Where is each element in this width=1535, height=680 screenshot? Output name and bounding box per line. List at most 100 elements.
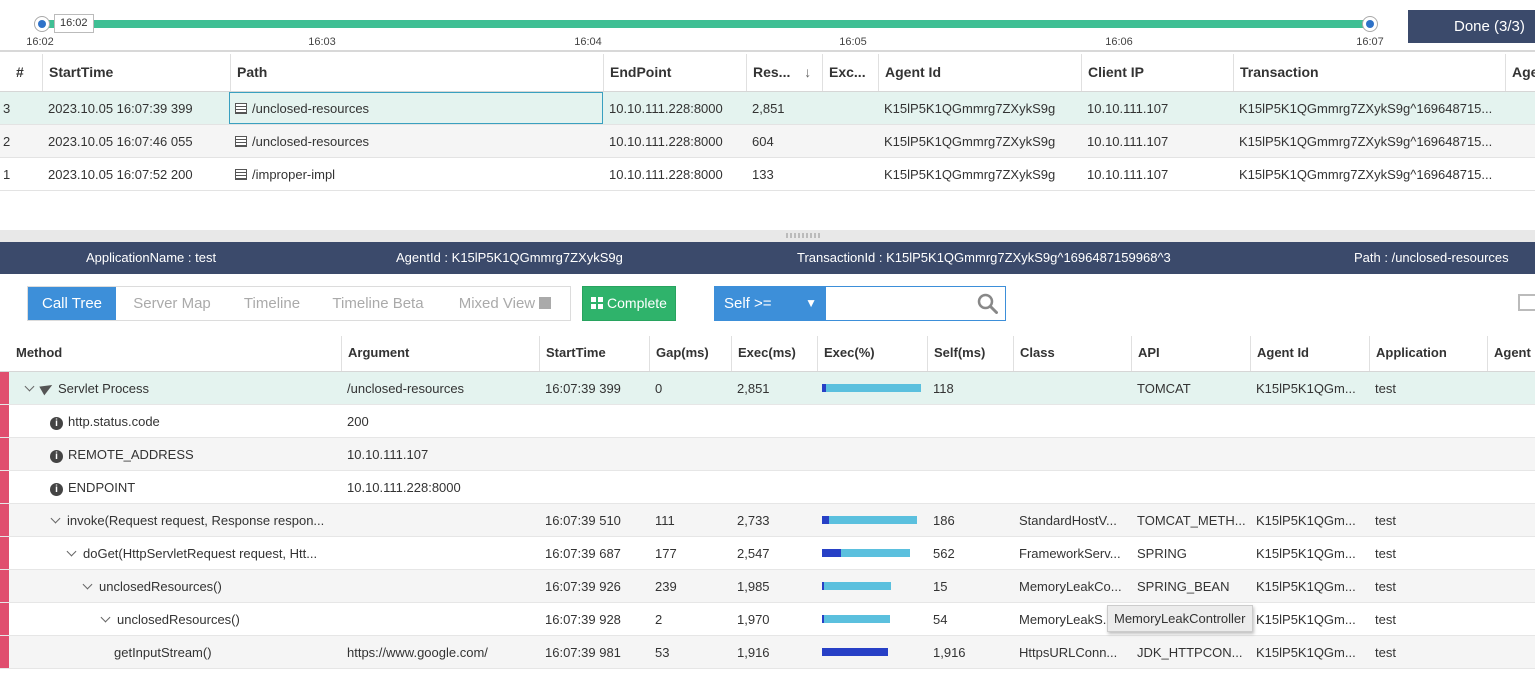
cell-api: TOMCAT [1137, 381, 1191, 396]
cell-application: test [1375, 579, 1396, 594]
tab-mixed-view[interactable]: Mixed View [440, 287, 570, 320]
cell-agent-id: K15lP5K1QGm... [1256, 645, 1356, 660]
cell-starttime: 16:07:39 926 [545, 579, 621, 594]
timeline-end-handle[interactable] [1362, 16, 1378, 32]
cell-api [1131, 471, 1250, 503]
cell-method: i REMOTE_ADDRESS [44, 438, 341, 470]
row-path-text: /improper-impl [252, 167, 336, 182]
exec-percent-bar [822, 615, 890, 623]
complete-button-label: Complete [607, 295, 667, 311]
row-path[interactable]: /improper-impl [229, 158, 603, 190]
call-tree-row[interactable]: invoke(Request request, Response respon.… [0, 504, 1535, 537]
column-header-api[interactable]: API [1131, 336, 1250, 371]
cell-method: doGet(HttpServletRequest request, Htt... [62, 537, 341, 569]
transaction-row[interactable]: 1 2023.10.05 16:07:52 200 /improper-impl… [0, 158, 1535, 191]
column-header-argument[interactable]: Argument [341, 336, 539, 371]
column-header-exec-percent[interactable]: Exec(%) [817, 336, 927, 371]
external-link-icon [539, 297, 552, 309]
cell-starttime: 16:07:39 399 [545, 381, 621, 396]
call-tree-row[interactable]: i REMOTE_ADDRESS 10.10.111.107 [0, 438, 1535, 471]
column-header-client-ip[interactable]: Client IP [1081, 54, 1233, 91]
cell-method: i http.status.code [44, 405, 341, 437]
cell-gap: 239 [655, 579, 677, 594]
done-button[interactable]: Done (3/3) [1408, 10, 1535, 43]
chevron-down-icon[interactable] [66, 546, 77, 557]
column-header-response[interactable]: Res... ↓ [746, 54, 822, 91]
row-endpoint: 10.10.111.228:8000 [609, 101, 723, 116]
cell-method: unclosedResources() [96, 603, 341, 635]
pane-splitter[interactable] [0, 230, 1535, 242]
call-tree-row[interactable]: i ENDPOINT 10.10.111.228:8000 [0, 471, 1535, 504]
call-tree-row[interactable]: i http.status.code 200 [0, 405, 1535, 438]
call-tree-row[interactable]: Servlet Process/unclosed-resources 16:07:… [0, 372, 1535, 405]
call-tree-header: Method Argument StartTime Gap(ms) Exec(m… [0, 336, 1535, 372]
chevron-down-icon[interactable] [24, 381, 35, 392]
call-tree-row[interactable]: unclosedResources() 16:07:39 926 239 1,985 1… [0, 570, 1535, 603]
tab-timeline-beta[interactable]: Timeline Beta [316, 287, 440, 320]
transaction-row[interactable]: 2 2023.10.05 16:07:46 055 /unclosed-reso… [0, 125, 1535, 158]
row-marker [0, 438, 9, 470]
chevron-down-icon[interactable] [82, 579, 93, 590]
column-header-number[interactable]: # [10, 54, 42, 91]
cell-starttime [539, 438, 649, 470]
row-exception [822, 125, 878, 157]
chevron-down-icon[interactable] [100, 612, 111, 623]
transaction-table-header: # StartTime Path EndPoint Res... ↓ Exc..… [0, 54, 1535, 92]
self-percent-bar [822, 384, 826, 392]
self-filter-label: Self >= [724, 295, 772, 312]
column-header-exec[interactable]: Exec(ms) [731, 336, 817, 371]
chevron-down-icon[interactable] [50, 513, 61, 524]
call-tree-row[interactable]: doGet(HttpServletRequest request, Htt...… [0, 537, 1535, 570]
column-header-agent[interactable]: Age [1505, 54, 1535, 91]
column-header-starttime[interactable]: StartTime [539, 336, 649, 371]
cell-exec [731, 405, 817, 437]
column-header-application[interactable]: Application [1369, 336, 1487, 371]
popout-icon[interactable] [1518, 294, 1535, 311]
timeline-tick: 16:07 [1356, 36, 1384, 48]
column-header-endpoint[interactable]: EndPoint [603, 54, 746, 91]
transaction-row[interactable]: 3 2023.10.05 16:07:39 399 /unclosed-reso… [0, 92, 1535, 125]
row-path[interactable]: /unclosed-resources [229, 92, 603, 124]
cell-class: HttpsURLConn... [1019, 645, 1118, 660]
cell-argument: 10.10.111.228:8000 [347, 480, 461, 495]
column-header-transaction[interactable]: Transaction [1233, 54, 1505, 91]
method-name: getInputStream() [114, 645, 212, 660]
cell-self [927, 471, 1013, 503]
cell-method: getInputStream() [108, 636, 341, 668]
tab-timeline[interactable]: Timeline [228, 287, 316, 320]
tab-call-tree[interactable]: Call Tree [28, 287, 116, 320]
timeline-start-handle[interactable] [34, 16, 50, 32]
row-path-text: /unclosed-resources [252, 101, 370, 116]
exec-percent-bar [822, 549, 910, 557]
cell-agent-id: K15lP5K1QGm... [1256, 513, 1356, 528]
row-client-ip: 10.10.111.107 [1087, 167, 1169, 182]
column-header-gap[interactable]: Gap(ms) [649, 336, 731, 371]
call-tree-row[interactable]: unclosedResources() 16:07:39 928 2 1,970 54 M… [0, 603, 1535, 636]
search-icon[interactable] [977, 293, 998, 314]
cell-self: 118 [933, 381, 954, 396]
row-endpoint: 10.10.111.228:8000 [609, 167, 723, 182]
cell-gap: 111 [655, 513, 675, 528]
call-tree-table: Method Argument StartTime Gap(ms) Exec(m… [0, 336, 1535, 669]
chevron-down-icon: ▼ [805, 296, 817, 310]
column-header-path[interactable]: Path [230, 54, 603, 91]
column-header-method[interactable]: Method [10, 336, 341, 371]
timeline-range-track[interactable] [42, 20, 1370, 28]
sort-down-icon: ↓ [804, 64, 812, 80]
call-tree-row[interactable]: getInputStream() https://www.google.com/1… [0, 636, 1535, 669]
row-client-ip: 10.10.111.107 [1087, 101, 1169, 116]
cell-agent-id: K15lP5K1QGm... [1256, 381, 1356, 396]
self-filter-select[interactable]: Self >= ▼ [714, 286, 825, 321]
column-header-agent-id[interactable]: Agent Id [878, 54, 1081, 91]
column-header-starttime[interactable]: StartTime [42, 54, 230, 91]
row-path[interactable]: /unclosed-resources [229, 125, 603, 157]
column-header-agent[interactable]: Agent [1487, 336, 1535, 371]
tab-server-map[interactable]: Server Map [116, 287, 228, 320]
info-transaction-id: TransactionId : K15lP5K1QGmmrg7ZXykS9g^1… [797, 250, 1171, 265]
column-header-class[interactable]: Class [1013, 336, 1131, 371]
column-header-agent-id[interactable]: Agent Id [1250, 336, 1369, 371]
column-header-self[interactable]: Self(ms) [927, 336, 1013, 371]
column-header-exception[interactable]: Exc... [822, 54, 878, 91]
complete-button[interactable]: Complete [582, 286, 676, 321]
list-icon [235, 136, 247, 147]
